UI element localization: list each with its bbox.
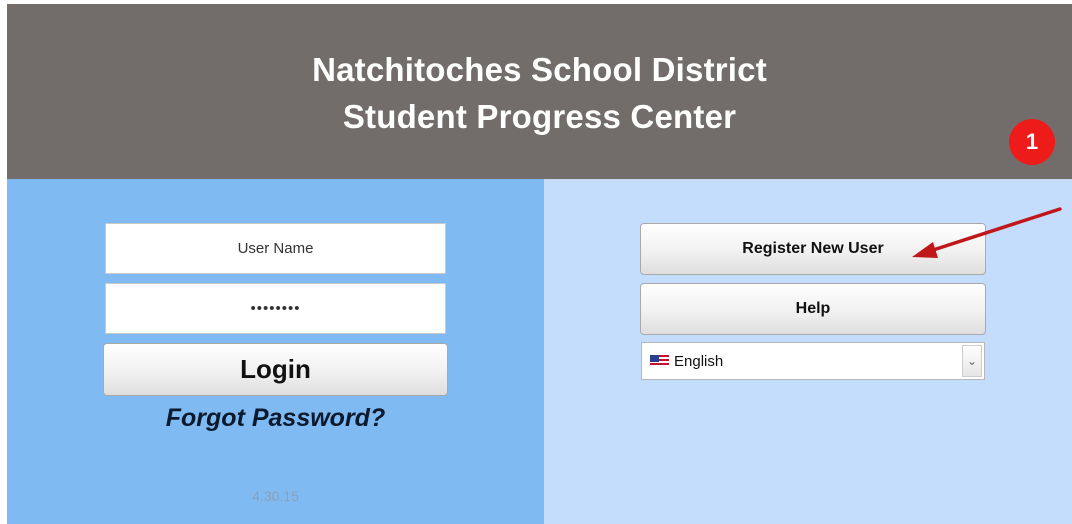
password-field[interactable]: •••••••• <box>105 283 446 334</box>
login-button[interactable]: Login <box>103 343 448 396</box>
step-number-badge: 1 <box>1009 119 1055 165</box>
us-flag-icon <box>650 355 669 367</box>
forgot-password-link[interactable]: Forgot Password? <box>7 404 544 433</box>
language-selected-value: English <box>674 353 724 370</box>
district-title: Natchitoches School District <box>312 51 767 88</box>
help-button[interactable]: Help <box>640 283 986 335</box>
header-banner: Natchitoches School District Student Pro… <box>7 4 1072 179</box>
login-page: Natchitoches School District Student Pro… <box>7 4 1072 524</box>
center-title: Student Progress Center <box>342 98 737 135</box>
options-panel: Register New User Help English ⌄ <box>544 179 1072 524</box>
login-panel: User Name •••••••• Login Forgot Password… <box>7 179 544 524</box>
register-new-user-button[interactable]: Register New User <box>640 223 986 275</box>
username-field[interactable]: User Name <box>105 223 446 274</box>
chevron-down-icon[interactable]: ⌄ <box>962 345 982 377</box>
version-label: 4.30.15 <box>252 488 299 504</box>
language-select[interactable]: English ⌄ <box>641 342 985 380</box>
